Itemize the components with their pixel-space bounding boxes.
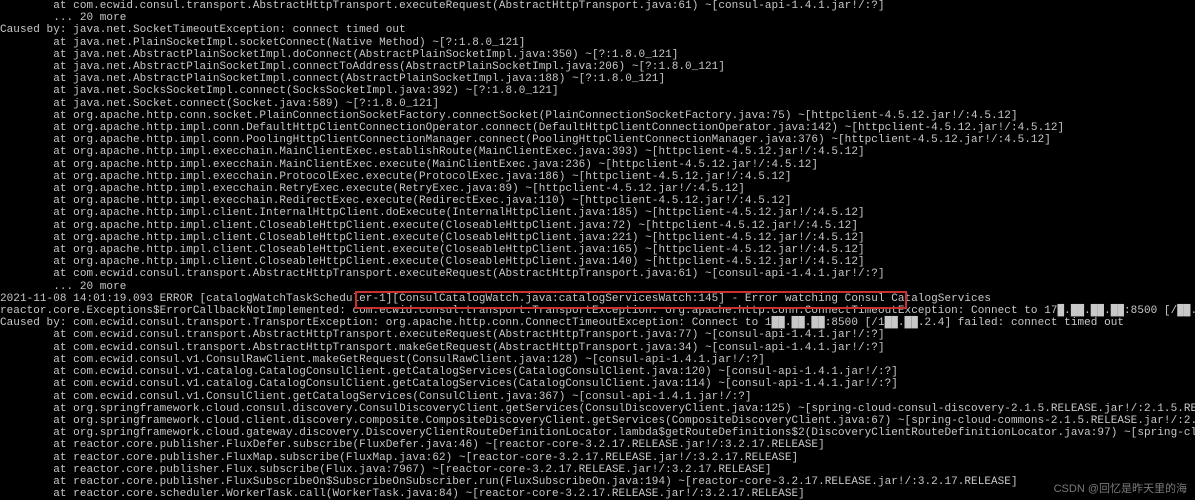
log-line: at org.apache.http.impl.client.Closeable…	[0, 256, 1195, 268]
log-line: at com.ecwid.consul.v1.catalog.CatalogCo…	[0, 378, 1195, 390]
log-line: ... 20 more	[0, 12, 1195, 24]
log-line: at org.springframework.cloud.client.disc…	[0, 415, 1195, 427]
log-line: at reactor.core.scheduler.WorkerTask.cal…	[0, 488, 1195, 500]
log-line: at java.net.AbstractPlainSocketImpl.conn…	[0, 73, 1195, 85]
log-line: at java.net.SocksSocketImpl.connect(Sock…	[0, 85, 1195, 97]
log-line: 2021-11-08 14:01:19.093 ERROR [catalogWa…	[0, 293, 1195, 305]
log-line: at com.ecwid.consul.transport.AbstractHt…	[0, 329, 1195, 341]
log-line: at com.ecwid.consul.v1.ConsulRawClient.m…	[0, 354, 1195, 366]
log-line: at java.net.Socket.connect(Socket.java:5…	[0, 98, 1195, 110]
terminal-output: at com.ecwid.consul.transport.AbstractHt…	[0, 0, 1195, 500]
log-line: at reactor.core.publisher.FluxMap.subscr…	[0, 452, 1195, 464]
log-line: at com.ecwid.consul.transport.AbstractHt…	[0, 342, 1195, 354]
log-line: at java.net.PlainSocketImpl.socketConnec…	[0, 37, 1195, 49]
log-line: at com.ecwid.consul.transport.AbstractHt…	[0, 0, 1195, 12]
log-line: at com.ecwid.consul.transport.AbstractHt…	[0, 268, 1195, 280]
log-line: at org.apache.http.impl.conn.PoolingHttp…	[0, 134, 1195, 146]
log-line: at org.springframework.cloud.consul.disc…	[0, 403, 1195, 415]
log-line: at org.apache.http.impl.conn.DefaultHttp…	[0, 122, 1195, 134]
log-line: at reactor.core.publisher.FluxDefer.subs…	[0, 439, 1195, 451]
log-line: at org.apache.http.impl.execchain.Redire…	[0, 195, 1195, 207]
log-line: ... 20 more	[0, 281, 1195, 293]
log-line: Caused by: com.ecwid.consul.transport.Tr…	[0, 317, 1195, 329]
log-line: reactor.core.Exceptions$ErrorCallbackNot…	[0, 305, 1195, 317]
log-line: at org.apache.http.impl.execchain.RetryE…	[0, 183, 1195, 195]
log-line: at reactor.core.publisher.Flux.subscribe…	[0, 464, 1195, 476]
log-line: at org.apache.http.impl.execchain.Protoc…	[0, 171, 1195, 183]
log-line: at org.apache.http.impl.execchain.MainCl…	[0, 159, 1195, 171]
watermark-text: CSDN @回忆是昨天里的海	[1054, 480, 1187, 496]
log-line: at java.net.AbstractPlainSocketImpl.doCo…	[0, 49, 1195, 61]
log-line: Caused by: java.net.SocketTimeoutExcepti…	[0, 24, 1195, 36]
log-line: at org.apache.http.conn.socket.PlainConn…	[0, 110, 1195, 122]
log-line: at reactor.core.publisher.FluxSubscribeO…	[0, 476, 1195, 488]
log-line: at java.net.AbstractPlainSocketImpl.conn…	[0, 61, 1195, 73]
log-line: at com.ecwid.consul.v1.ConsulClient.getC…	[0, 391, 1195, 403]
log-line: at org.apache.http.impl.client.Closeable…	[0, 220, 1195, 232]
log-line: at org.apache.http.impl.client.Closeable…	[0, 232, 1195, 244]
log-line: at org.apache.http.impl.execchain.MainCl…	[0, 146, 1195, 158]
log-line: at org.springframework.cloud.gateway.dis…	[0, 427, 1195, 439]
log-line: at org.apache.http.impl.client.InternalH…	[0, 207, 1195, 219]
log-line: at org.apache.http.impl.client.Closeable…	[0, 244, 1195, 256]
log-line: at com.ecwid.consul.v1.catalog.CatalogCo…	[0, 366, 1195, 378]
